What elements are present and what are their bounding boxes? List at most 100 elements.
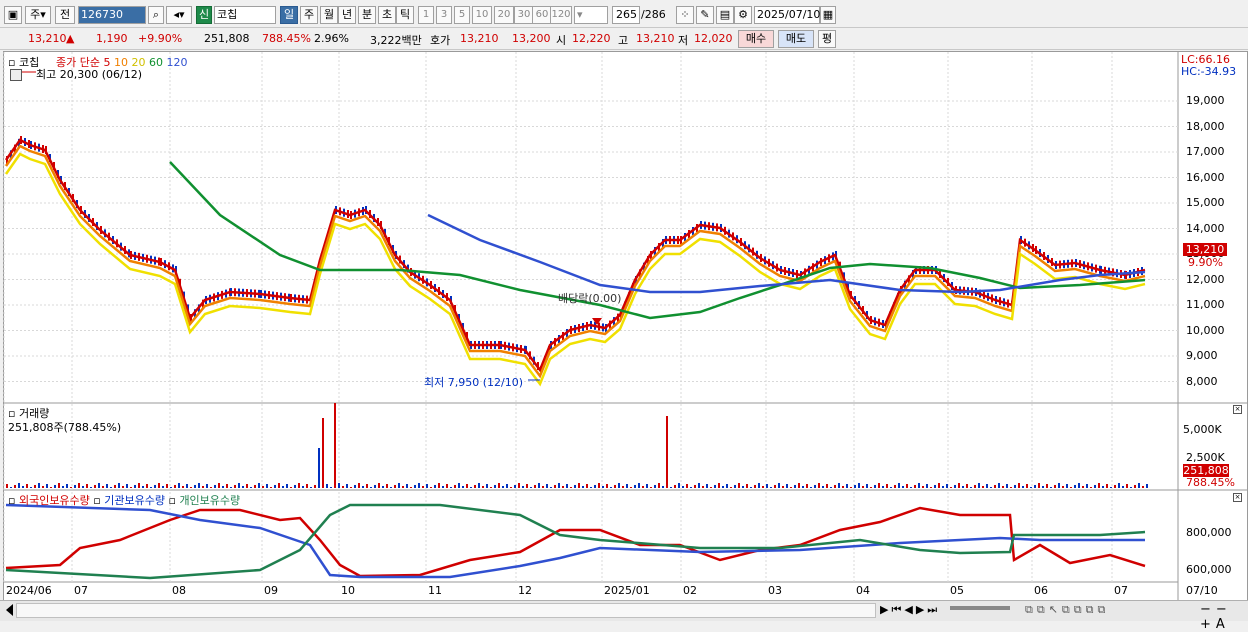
volume-bar <box>1050 487 1052 488</box>
volume-bar <box>494 485 496 488</box>
dividend-note: 배당락(0.00) <box>558 292 622 305</box>
volume-bar <box>1058 483 1060 488</box>
volume-bar <box>334 403 336 488</box>
date-tick: 2024/06 <box>6 584 52 597</box>
volume-bar <box>406 484 408 488</box>
volume-bar <box>438 483 440 488</box>
volume-bar <box>942 486 944 488</box>
low-note: 최저 7,950 (12/10) <box>424 376 524 389</box>
volume-bar <box>718 483 720 488</box>
volume-bar <box>342 486 344 488</box>
volume-bar <box>826 484 828 488</box>
volume-bar <box>626 484 628 488</box>
volume-bar <box>178 483 180 488</box>
scroll-left-icon[interactable] <box>6 604 13 616</box>
volume-bar <box>26 484 28 488</box>
volume-bar <box>402 486 404 488</box>
volume-bar <box>1082 486 1084 488</box>
volume-bar <box>882 486 884 488</box>
volume-bar <box>418 483 420 488</box>
volume-bar <box>1018 483 1020 488</box>
volume-bar <box>1134 485 1136 488</box>
playback-controls[interactable]: ▶⏮◀▶⏭ <box>880 603 940 617</box>
volume-bar <box>46 484 48 488</box>
volume-bar <box>190 487 192 488</box>
volume-bar <box>558 483 560 488</box>
zoom-slider[interactable] <box>950 606 1010 610</box>
volume-bar <box>166 484 168 488</box>
bottom-scrollbar[interactable]: ▶⏮◀▶⏭ ⧉⧉↖⧉⧉⧉⧉ −−+A <box>0 600 1248 632</box>
volume-bar <box>1142 486 1144 488</box>
dividend-marker <box>592 318 602 325</box>
volume-bar <box>206 484 208 488</box>
high-note: 최고 20,300 (06/12) <box>36 68 143 81</box>
volume-bar <box>454 485 456 488</box>
volume-bar <box>226 484 228 488</box>
volume-bar <box>830 487 832 488</box>
volume-bar <box>278 483 280 488</box>
volume-bar <box>782 486 784 488</box>
volume-bar <box>354 485 356 488</box>
volume-bar <box>174 485 176 488</box>
volume-bar <box>222 486 224 488</box>
volume-bar <box>754 485 756 488</box>
volume-bar <box>698 483 700 488</box>
volume-bar <box>398 483 400 488</box>
volume-bar <box>922 486 924 488</box>
volume-bar <box>614 485 616 488</box>
volume-bar <box>262 486 264 488</box>
volume-bar <box>386 484 388 488</box>
zoom-tools[interactable]: ⧉⧉↖⧉⧉⧉⧉ <box>1025 603 1109 617</box>
volume-bar <box>322 418 324 488</box>
volume-bar <box>102 486 104 488</box>
volume-bar <box>606 484 608 488</box>
volume-bar <box>858 483 860 488</box>
volume-bar <box>994 485 996 488</box>
price-tick: 10,000 <box>1186 323 1225 337</box>
hold-tick-800k: 800,000 <box>1186 526 1232 539</box>
volume-bar <box>374 485 376 488</box>
volume-bar <box>934 485 936 488</box>
chart-settings-icon[interactable] <box>10 69 22 81</box>
volume-bar <box>94 485 96 488</box>
volume-bar <box>746 484 748 488</box>
volume-bar <box>434 485 436 488</box>
volume-panel-close-icon[interactable]: × <box>1233 405 1242 414</box>
volume-bar <box>490 487 492 488</box>
volume-bar <box>294 485 296 488</box>
volume-bar <box>238 483 240 488</box>
volume-bar <box>450 487 452 488</box>
volume-bar <box>998 483 1000 488</box>
volume-bar <box>550 487 552 488</box>
volume-bar <box>730 487 732 488</box>
volume-bar <box>1046 484 1048 488</box>
volume-bar <box>1074 485 1076 488</box>
volume-bar <box>914 485 916 488</box>
volume-bar <box>522 486 524 488</box>
volume-bar <box>630 487 632 488</box>
volume-bar <box>514 485 516 488</box>
volume-bar <box>138 483 140 488</box>
volume-bar <box>82 486 84 488</box>
volume-bar <box>622 486 624 488</box>
volume-bar <box>678 483 680 488</box>
volume-bar <box>426 484 428 488</box>
volume-bar <box>154 485 156 488</box>
holdings-panel-close-icon[interactable]: × <box>1233 493 1242 502</box>
volume-bar <box>162 486 164 488</box>
volume-bar <box>486 484 488 488</box>
volume-bar <box>282 486 284 488</box>
volume-bar <box>946 484 948 488</box>
scroll-track[interactable] <box>16 603 876 618</box>
volume-bar <box>50 487 52 488</box>
volume-bar <box>566 484 568 488</box>
volume-bar <box>774 485 776 488</box>
volume-bar <box>714 485 716 488</box>
date-tick: 09 <box>264 584 278 597</box>
ma-long-line <box>169 161 1146 320</box>
volume-bar <box>34 485 36 488</box>
zoom-buttons[interactable]: −−+A <box>1200 602 1248 632</box>
volume-bar <box>186 484 188 488</box>
volume-bar <box>118 483 120 488</box>
candlesticks <box>6 136 1143 374</box>
